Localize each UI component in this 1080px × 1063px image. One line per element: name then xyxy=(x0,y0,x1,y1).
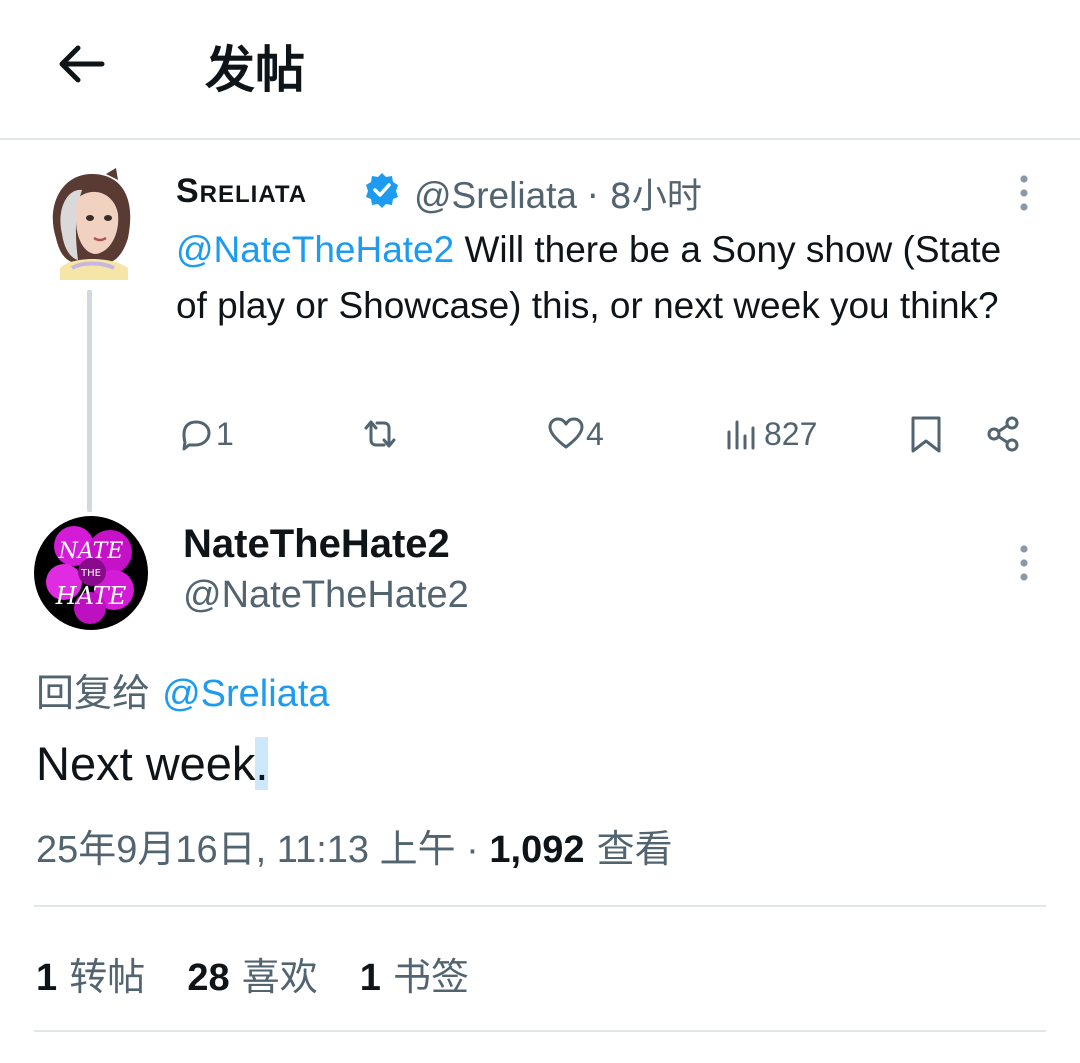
more-options-button[interactable] xyxy=(1014,544,1034,584)
post-stats: 1 转帖 28 喜欢 1 书签 xyxy=(36,946,499,1001)
more-options-button[interactable] xyxy=(1014,174,1034,214)
repost-icon xyxy=(364,420,396,448)
display-name[interactable]: NateTheHate2 xyxy=(183,522,450,567)
svg-text:THE: THE xyxy=(80,568,101,579)
avatar[interactable]: NATE THE HATE xyxy=(34,516,148,630)
reposts-count: 1 xyxy=(36,957,58,999)
stats-divider-bottom xyxy=(34,1030,1046,1032)
post-meta: 25年9月16日, 11:13 上午 · 1,092 查看 xyxy=(36,818,673,873)
display-name[interactable]: Sreliata xyxy=(176,172,307,211)
handle[interactable]: @Sreliata xyxy=(414,175,577,216)
stats-divider-top xyxy=(34,905,1046,907)
reply-context: 回复给 @Sreliata xyxy=(36,662,330,717)
bookmark-icon xyxy=(911,416,941,453)
thread-line xyxy=(87,290,92,512)
like-count: 4 xyxy=(586,415,604,452)
post-text: @NateTheHate2 Will there be a Sony show … xyxy=(176,222,1016,334)
verified-badge-icon xyxy=(364,172,400,208)
post-date[interactable]: 25年9月16日, 11:13 上午 · xyxy=(36,829,489,871)
likes-count: 28 xyxy=(187,957,230,999)
text-selection[interactable]: . xyxy=(255,737,269,790)
view-count: 827 xyxy=(764,415,818,452)
reply-prefix: 回复给 xyxy=(36,671,163,715)
like-button[interactable]: 4 xyxy=(546,412,604,456)
likes-label: 喜欢 xyxy=(229,955,318,999)
svg-text:HATE: HATE xyxy=(55,582,127,610)
mention-link[interactable]: @NateTheHate2 xyxy=(176,229,454,270)
share-icon xyxy=(987,416,1019,452)
likes-stat[interactable]: 28 喜欢 xyxy=(187,955,317,999)
svg-text:NATE: NATE xyxy=(58,539,124,564)
back-arrow-icon xyxy=(59,45,105,83)
like-icon xyxy=(548,417,584,449)
post-text: Next week. xyxy=(36,736,269,791)
reposts-label: 转帖 xyxy=(57,955,146,999)
views-count: 1,092 xyxy=(489,829,585,871)
bookmarks-stat[interactable]: 1 书签 xyxy=(360,955,469,999)
more-vertical-icon xyxy=(1020,545,1028,581)
share-button[interactable] xyxy=(984,412,1024,456)
handle-and-time: @Sreliata · 8小时 xyxy=(414,168,702,219)
reply-count: 1 xyxy=(216,415,234,452)
mention-link[interactable]: @Sreliata xyxy=(162,673,329,715)
reply-icon xyxy=(182,420,211,451)
repost-button[interactable] xyxy=(360,412,400,456)
views-icon xyxy=(727,420,755,450)
views-label: 查看 xyxy=(584,827,673,871)
bookmarks-label: 书签 xyxy=(380,955,470,999)
post-body: Next week xyxy=(36,737,256,790)
bookmark-button[interactable] xyxy=(906,412,946,456)
more-vertical-icon xyxy=(1020,175,1028,211)
avatar[interactable] xyxy=(42,168,140,280)
back-button[interactable] xyxy=(52,36,108,92)
handle[interactable]: @NateTheHate2 xyxy=(183,574,469,617)
timestamp[interactable]: · 8小时 xyxy=(587,177,702,217)
views-button[interactable]: 827 xyxy=(724,412,817,456)
page-title: 发帖 xyxy=(205,41,305,99)
header-divider xyxy=(0,138,1080,140)
reposts-stat[interactable]: 1 转帖 xyxy=(36,955,145,999)
reply-button[interactable]: 1 xyxy=(176,412,234,456)
bookmarks-count: 1 xyxy=(359,957,381,999)
